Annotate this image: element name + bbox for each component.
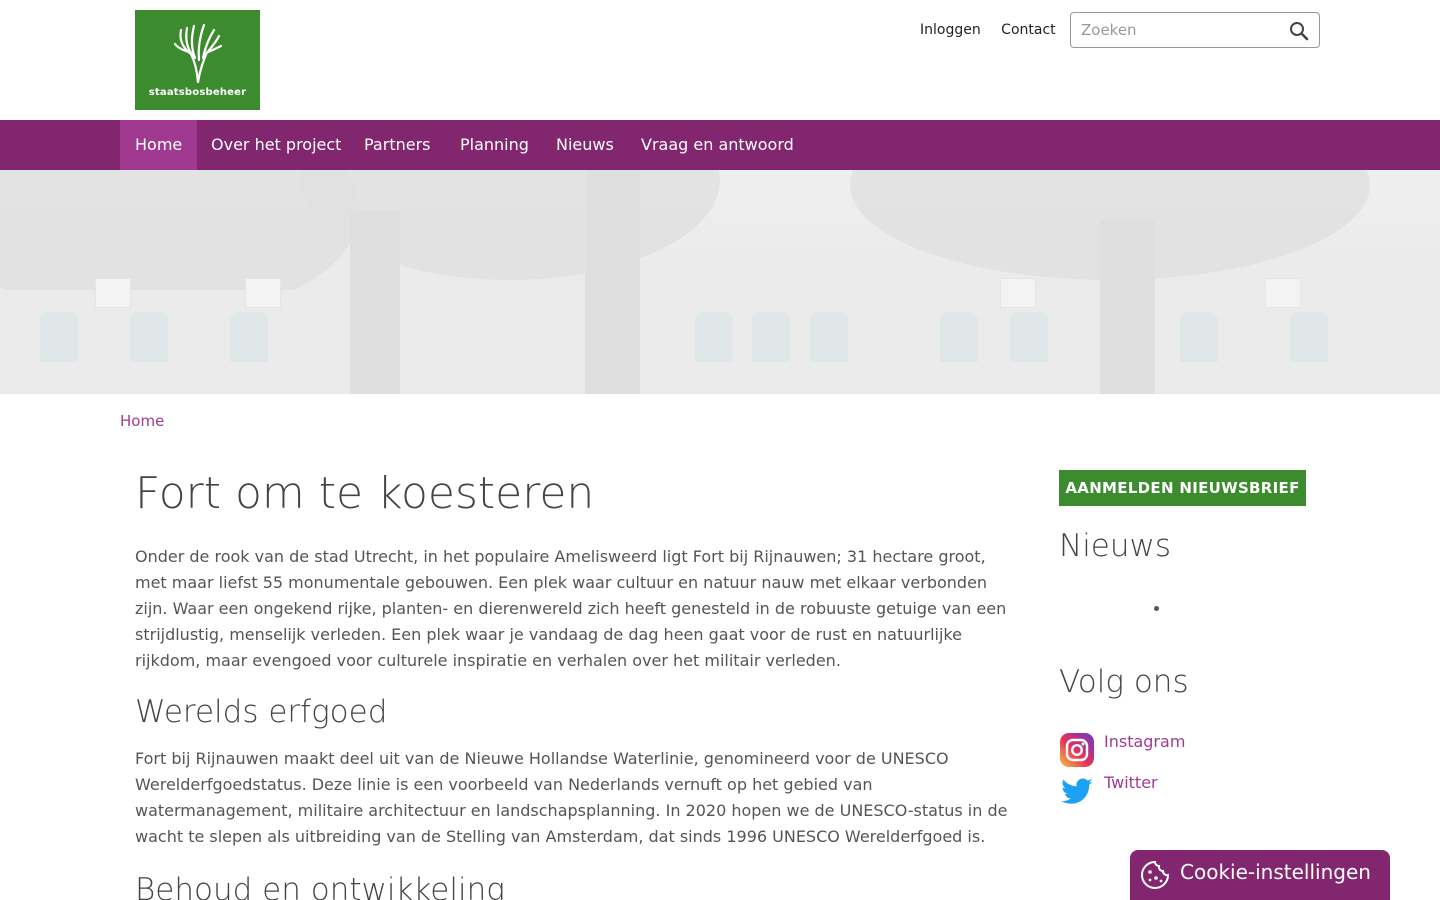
main-navigation: Home Over het project Partners Planning …: [0, 120, 1440, 170]
search-box: [1070, 12, 1320, 48]
site-header: staatsbosbeheer Inloggen Contact: [0, 0, 1440, 120]
social-twitter[interactable]: Twitter: [1059, 773, 1306, 809]
nav-item-planning[interactable]: Planning: [445, 120, 544, 170]
nav-item-partners[interactable]: Partners: [349, 120, 445, 170]
instagram-icon[interactable]: [1059, 732, 1095, 772]
social-instagram[interactable]: Instagram: [1059, 732, 1306, 768]
cookie-icon: [1141, 860, 1170, 889]
newsletter-signup-button[interactable]: AANMELDEN NIEUWSBRIEF: [1059, 470, 1306, 506]
nav-item-nieuws[interactable]: Nieuws: [541, 120, 629, 170]
intro-paragraph: Onder de rook van de stad Utrecht, in he…: [135, 547, 1007, 670]
contact-link[interactable]: Contact: [1001, 22, 1055, 38]
news-heading: Nieuws: [1059, 528, 1172, 564]
nav-item-over-het-project[interactable]: Over het project: [196, 120, 356, 170]
follow-heading: Volg ons: [1059, 664, 1189, 700]
login-link[interactable]: Inloggen: [920, 22, 981, 38]
cookie-settings-button[interactable]: Cookie-instellingen: [1130, 850, 1390, 900]
breadcrumb[interactable]: Home: [120, 412, 164, 430]
nav-item-vraag-en-antwoord[interactable]: Vraag en antwoord: [626, 120, 809, 170]
search-input[interactable]: [1081, 21, 1281, 39]
sidebar: AANMELDEN NIEUWSBRIEF Nieuws Volg ons In…: [1059, 470, 1306, 804]
section-heading-werelds-erfgoed: Werelds erfgoed: [135, 694, 388, 730]
page-title: Fort om te koesteren: [135, 468, 595, 519]
hero-image: [0, 170, 1440, 394]
nav-item-home[interactable]: Home: [120, 120, 198, 170]
top-links: Inloggen Contact: [920, 22, 1072, 38]
news-list-item: [1154, 606, 1159, 611]
twitter-link[interactable]: Twitter: [1104, 773, 1158, 792]
main-content: Fort om te koesteren Onder de rook van d…: [135, 466, 1020, 900]
instagram-link[interactable]: Instagram: [1104, 732, 1185, 751]
staatsbosbeheer-logo[interactable]: staatsbosbeheer: [135, 10, 260, 110]
paragraph-werelds-erfgoed: Fort bij Rijnauwen maakt deel uit van de…: [135, 749, 1008, 846]
twitter-icon[interactable]: [1059, 775, 1095, 813]
section-heading-behoud: Behoud en ontwikkeling: [135, 872, 505, 900]
logo-text: staatsbosbeheer: [148, 87, 247, 98]
search-icon[interactable]: [1289, 21, 1309, 45]
cookie-settings-label: Cookie-instellingen: [1180, 860, 1371, 884]
tree-logo-icon: [173, 23, 223, 84]
